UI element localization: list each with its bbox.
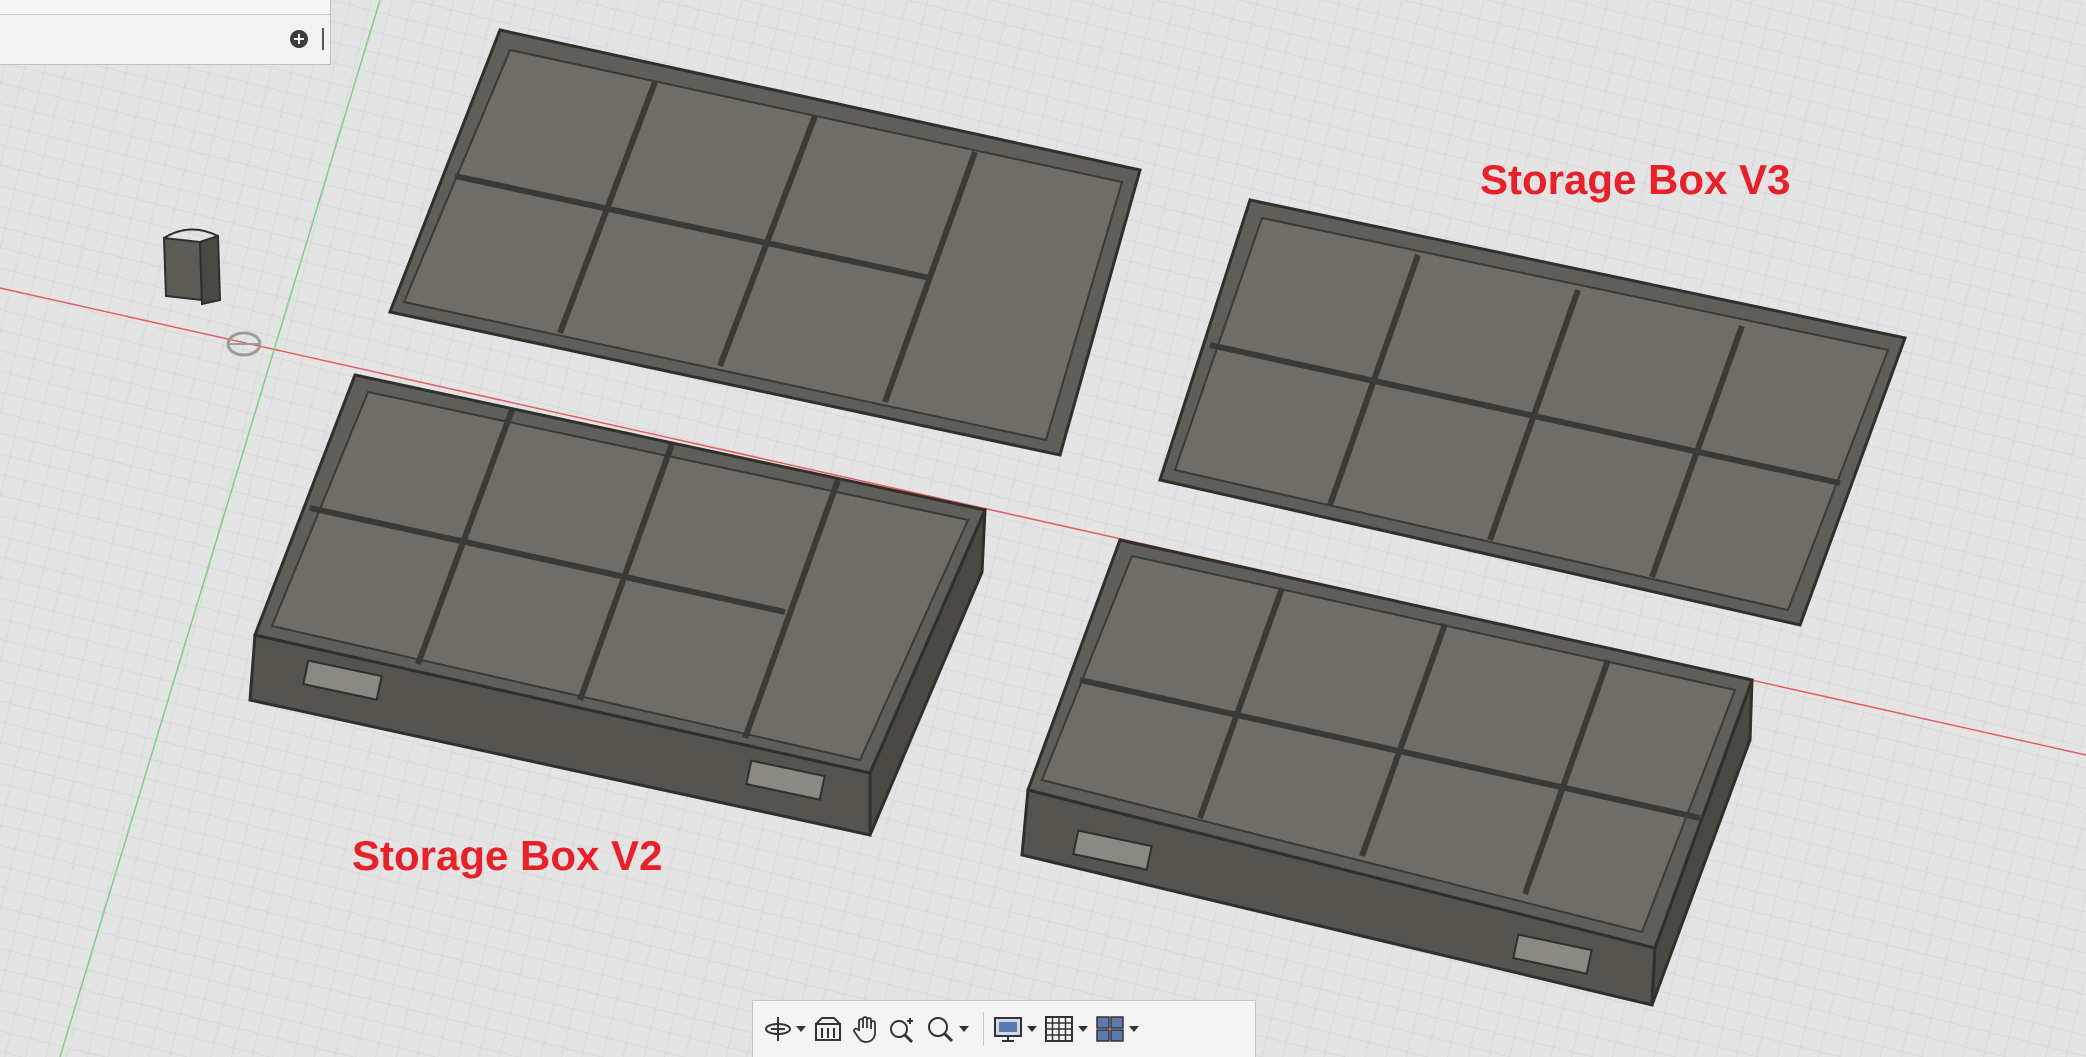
display-monitor-icon: [994, 1017, 1022, 1042]
display-settings-button[interactable]: [992, 1009, 1037, 1049]
fit-button[interactable]: [924, 1009, 969, 1049]
chevron-down-icon[interactable]: [1078, 1026, 1088, 1032]
panel-resize-handle[interactable]: [322, 28, 324, 50]
chevron-down-icon[interactable]: [1129, 1026, 1139, 1032]
zoom-button[interactable]: [886, 1009, 918, 1049]
zoom-window-icon: [928, 1017, 954, 1043]
orbit-button[interactable]: [763, 1009, 806, 1049]
look-at-button[interactable]: [812, 1009, 844, 1049]
grid-icon: [1045, 1016, 1073, 1042]
clip-part[interactable]: [162, 228, 222, 306]
pan-button[interactable]: [850, 1009, 880, 1049]
browser-panel: +: [0, 0, 331, 65]
grid-snaps-button[interactable]: [1043, 1009, 1088, 1049]
pan-hand-icon: [853, 1016, 876, 1043]
viewports-icon: [1096, 1016, 1124, 1042]
storage-box-v3-label: Storage Box V3: [1480, 156, 1791, 203]
plus-circle-icon[interactable]: +: [290, 30, 308, 48]
chevron-down-icon[interactable]: [796, 1026, 806, 1032]
toolbar-separator: [983, 1012, 984, 1046]
navigation-toolbar: [752, 1000, 1256, 1057]
look-at-icon: [815, 1017, 841, 1041]
storage-box-v2-label: Storage Box V2: [352, 832, 663, 879]
zoom-icon: [890, 1018, 914, 1044]
chevron-down-icon[interactable]: [959, 1026, 969, 1032]
viewports-button[interactable]: [1094, 1009, 1139, 1049]
orbit-icon: [765, 1017, 791, 1041]
browser-panel-header: [0, 0, 330, 15]
chevron-down-icon[interactable]: [1027, 1026, 1037, 1032]
